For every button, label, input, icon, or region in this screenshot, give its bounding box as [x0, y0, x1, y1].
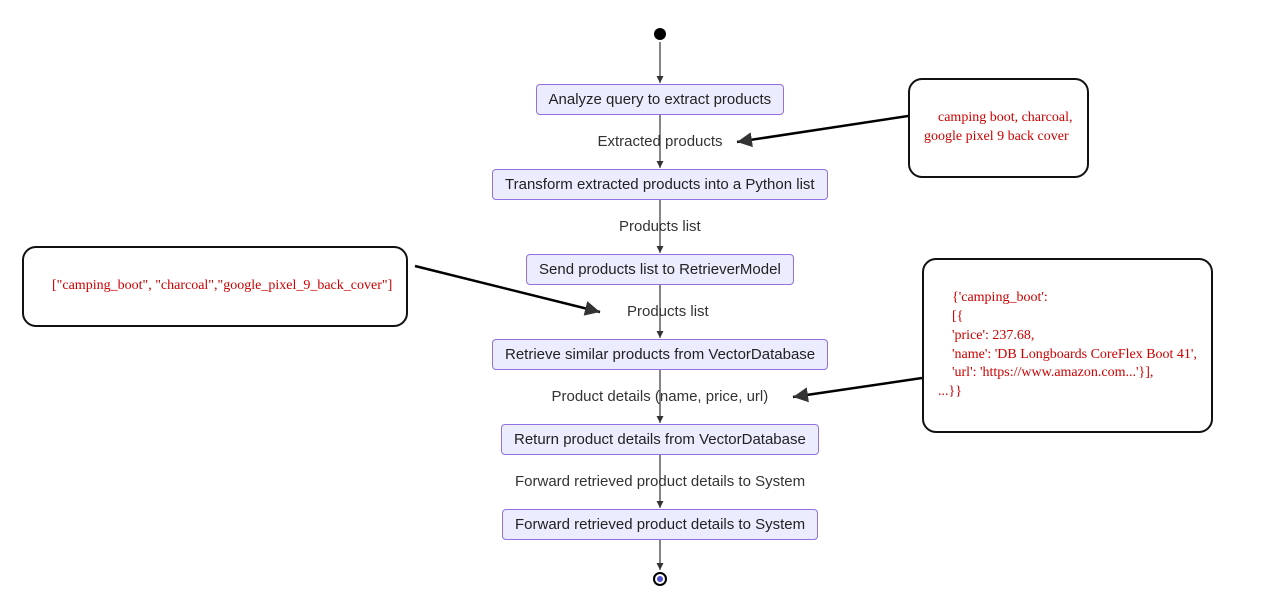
note-text: {'camping_boot': [{ 'price': 237.68, 'na… — [938, 290, 1197, 399]
edge-product-details: Product details (name, price, url) — [552, 388, 769, 405]
step-return-details: Return product details from VectorDataba… — [501, 424, 819, 455]
note-details-example: {'camping_boot': [{ 'price': 237.68, 'na… — [922, 258, 1213, 433]
node-label: Return product details from VectorDataba… — [514, 431, 806, 448]
note-extracted-example: camping boot, charcoal, google pixel 9 b… — [908, 78, 1089, 178]
node-label: Forward retrieved product details to Sys… — [515, 516, 805, 533]
edge-text: Products list — [619, 218, 701, 235]
note-text: ["camping_boot", "charcoal","google_pixe… — [52, 278, 392, 293]
step-forward-system: Forward retrieved product details to Sys… — [502, 509, 818, 540]
note-text: camping boot, charcoal, google pixel 9 b… — [924, 110, 1073, 144]
step-analyze-query: Analyze query to extract products — [536, 84, 785, 115]
node-label: Send products list to RetrieverModel — [539, 261, 781, 278]
edge-extracted-products: Extracted products — [598, 133, 723, 150]
note-list-example: ["camping_boot", "charcoal","google_pixe… — [22, 246, 408, 327]
edge-text: Forward retrieved product details to Sys… — [515, 473, 805, 490]
step-retrieve-vectordb: Retrieve similar products from VectorDat… — [492, 339, 828, 370]
node-label: Retrieve similar products from VectorDat… — [505, 346, 815, 363]
edge-text: Extracted products — [598, 133, 723, 150]
edge-text: Product details (name, price, url) — [552, 388, 769, 405]
step-transform-list: Transform extracted products into a Pyth… — [492, 169, 828, 200]
diagram-canvas: Analyze query to extract products Transf… — [0, 0, 1265, 598]
edge-products-list-1: Products list — [619, 218, 701, 235]
edge-text: Products list — [627, 303, 709, 320]
node-label: Transform extracted products into a Pyth… — [505, 176, 815, 193]
edge-forward-system: Forward retrieved product details to Sys… — [515, 473, 805, 490]
step-send-retriever: Send products list to RetrieverModel — [526, 254, 794, 285]
start-node — [654, 28, 666, 40]
end-node — [653, 572, 667, 586]
edge-products-list-2: Products list — [627, 303, 709, 320]
node-label: Analyze query to extract products — [549, 91, 772, 108]
